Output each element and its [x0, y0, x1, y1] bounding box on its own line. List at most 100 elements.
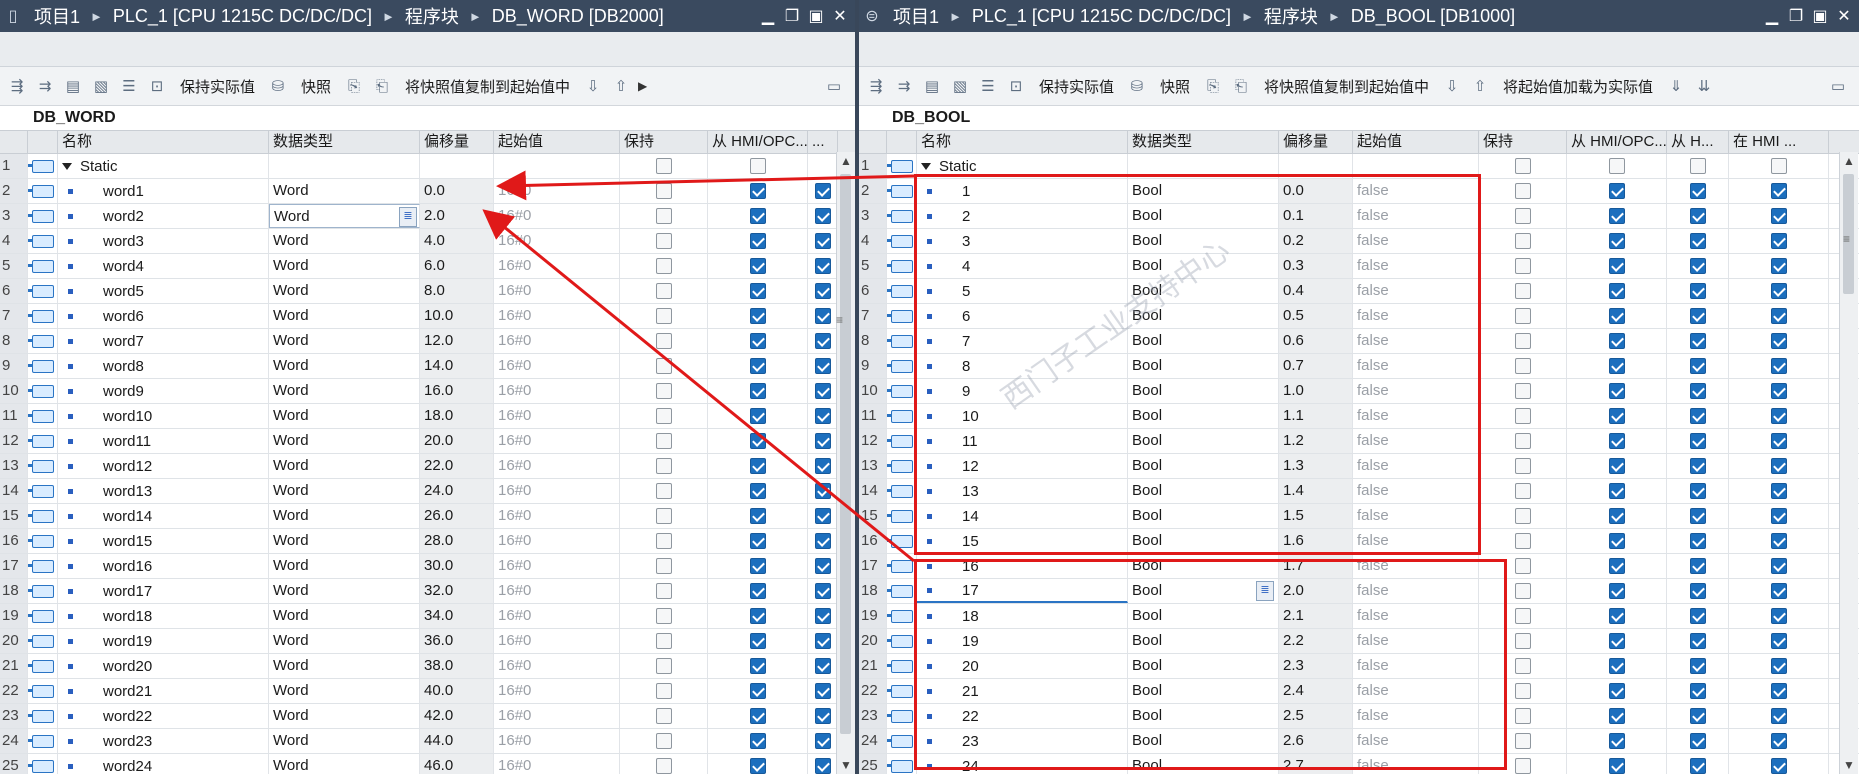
start-value[interactable]: 16#0: [494, 354, 620, 378]
insert-row-icon[interactable]: ⇶: [6, 75, 28, 97]
hmi-visible-checkbox[interactable]: [814, 658, 831, 674]
h-checkbox[interactable]: [1689, 708, 1706, 724]
retain-checkbox[interactable]: [1514, 558, 1531, 574]
hmi-checkbox[interactable]: [1608, 408, 1625, 424]
row-number[interactable]: 7: [0, 304, 28, 328]
scroll-up-icon[interactable]: ▲: [1840, 152, 1858, 170]
retain-checkbox[interactable]: [655, 308, 672, 324]
start-value[interactable]: 16#0: [494, 254, 620, 278]
load-icon[interactable]: ⇩: [1441, 75, 1463, 97]
copy-icon[interactable]: ⎘: [343, 75, 365, 97]
retain-checkbox[interactable]: [1514, 383, 1531, 399]
variable-name[interactable]: word5: [103, 280, 144, 303]
table-row[interactable]: 19 word18 Word 34.0 16#0: [0, 604, 855, 629]
upload-icon[interactable]: ⇧: [610, 75, 632, 97]
start-value[interactable]: 16#0: [494, 329, 620, 353]
h-checkbox[interactable]: [1689, 508, 1706, 524]
in-hmi-checkbox[interactable]: [1770, 508, 1787, 524]
retain-checkbox[interactable]: [655, 658, 672, 674]
col-hmi[interactable]: 从 HMI/OPC...: [708, 131, 808, 153]
start-value[interactable]: 16#0: [494, 304, 620, 328]
retain-checkbox[interactable]: [1514, 758, 1531, 774]
hmi-checkbox[interactable]: [1608, 608, 1625, 624]
table-row[interactable]: 23 22 Bool 2.5 false: [859, 704, 1859, 729]
load-start-button[interactable]: 将起始值加载为实际值: [1497, 76, 1659, 97]
row-number[interactable]: 10: [859, 379, 887, 403]
retain-checkbox[interactable]: [1514, 408, 1531, 424]
breadcrumb-project[interactable]: 项目1: [34, 3, 80, 29]
data-type[interactable]: Word: [273, 757, 309, 774]
row-number[interactable]: 24: [859, 729, 887, 753]
data-type[interactable]: Word: [273, 357, 309, 374]
col-retain[interactable]: 保持: [620, 131, 708, 153]
hmi-visible-checkbox[interactable]: [814, 608, 831, 624]
table-row[interactable]: 8 word7 Word 12.0 16#0: [0, 329, 855, 354]
row-number[interactable]: 14: [0, 479, 28, 503]
expand-icon[interactable]: ▤: [921, 75, 943, 97]
variable-name[interactable]: 16: [962, 555, 979, 578]
row-number[interactable]: 6: [859, 279, 887, 303]
retain-checkbox[interactable]: [655, 733, 672, 749]
panel-toggle-icon[interactable]: ▭: [1827, 75, 1849, 97]
copy-icon[interactable]: ⎘: [1202, 75, 1224, 97]
hmi-checkbox[interactable]: [749, 183, 766, 199]
scroll-up-icon[interactable]: ▲: [837, 152, 855, 170]
table-row[interactable]: 4 3 Bool 0.2 false: [859, 229, 1859, 254]
retain-checkbox[interactable]: [1514, 183, 1531, 199]
row-number[interactable]: 5: [859, 254, 887, 278]
panel-toggle-icon[interactable]: ▭: [823, 75, 845, 97]
retain-checkbox[interactable]: [655, 633, 672, 649]
hmi-checkbox[interactable]: [1608, 558, 1625, 574]
hmi-checkbox[interactable]: [1608, 158, 1625, 174]
retain-checkbox[interactable]: [1514, 333, 1531, 349]
database-icon[interactable]: ⛁: [267, 75, 289, 97]
variable-name[interactable]: 13: [962, 480, 979, 503]
h-checkbox[interactable]: [1689, 483, 1706, 499]
table-row[interactable]: 4 word3 Word 4.0 16#0: [0, 229, 855, 254]
retain-checkbox[interactable]: [655, 158, 672, 174]
variable-name[interactable]: 20: [962, 655, 979, 678]
data-type[interactable]: Bool: [1132, 607, 1162, 624]
table-row[interactable]: 6 5 Bool 0.4 false: [859, 279, 1859, 304]
start-value[interactable]: 16#0: [494, 204, 620, 228]
expand-icon[interactable]: ▤: [62, 75, 84, 97]
hmi-checkbox[interactable]: [1608, 733, 1625, 749]
list-icon[interactable]: ☰: [977, 75, 999, 97]
row-number[interactable]: 3: [0, 204, 28, 228]
col-retain[interactable]: 保持: [1479, 131, 1567, 153]
table-row[interactable]: 8 7 Bool 0.6 false: [859, 329, 1859, 354]
scroll-down-icon[interactable]: ▼: [837, 756, 855, 774]
row-number[interactable]: 10: [0, 379, 28, 403]
add-row-icon[interactable]: ⇉: [34, 75, 56, 97]
in-hmi-checkbox[interactable]: [1770, 308, 1787, 324]
hmi-checkbox[interactable]: [749, 733, 766, 749]
retain-checkbox[interactable]: [655, 708, 672, 724]
data-type[interactable]: Bool: [1132, 182, 1162, 199]
hmi-checkbox[interactable]: [749, 683, 766, 699]
variable-name[interactable]: word19: [103, 630, 152, 653]
retain-checkbox[interactable]: [655, 258, 672, 274]
data-type[interactable]: Word: [273, 432, 309, 449]
start-value[interactable]: false: [1353, 754, 1479, 774]
hmi-checkbox[interactable]: [1608, 358, 1625, 374]
data-type[interactable]: Bool: [1132, 707, 1162, 724]
variable-name[interactable]: 3: [962, 230, 970, 253]
float-icon[interactable]: ▣: [1811, 6, 1829, 26]
start-value[interactable]: 16#0: [494, 529, 620, 553]
table-row[interactable]: 12 11 Bool 1.2 false: [859, 429, 1859, 454]
in-hmi-checkbox[interactable]: [1770, 208, 1787, 224]
data-type[interactable]: Word: [273, 682, 309, 699]
h-checkbox[interactable]: [1689, 208, 1706, 224]
h-checkbox[interactable]: [1689, 258, 1706, 274]
col-start[interactable]: 起始值: [494, 131, 620, 153]
resize-grip-icon[interactable]: ≡: [1843, 232, 1850, 246]
row-number[interactable]: 11: [859, 404, 887, 428]
in-hmi-checkbox[interactable]: [1770, 233, 1787, 249]
variable-name[interactable]: 18: [962, 605, 979, 628]
close-icon[interactable]: ✕: [831, 6, 849, 26]
row-number[interactable]: 21: [0, 654, 28, 678]
list-icon[interactable]: ☰: [118, 75, 140, 97]
table-row[interactable]: 7 6 Bool 0.5 false: [859, 304, 1859, 329]
variable-name[interactable]: word21: [103, 680, 152, 703]
row-number[interactable]: 22: [0, 679, 28, 703]
